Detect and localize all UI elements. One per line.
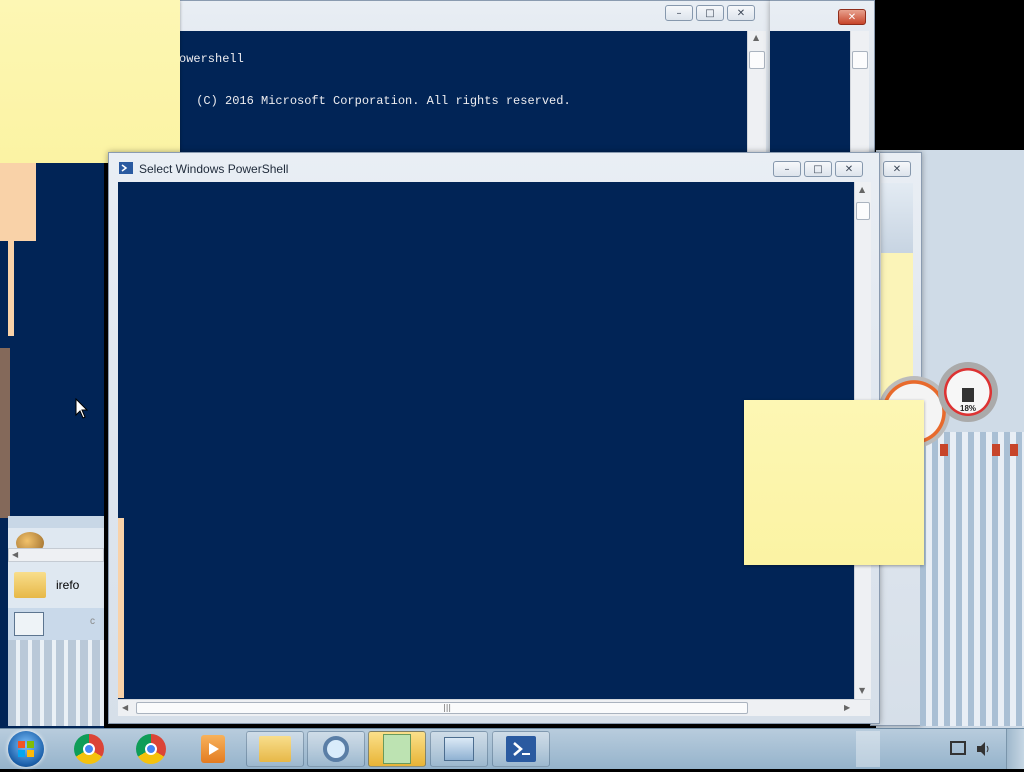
close-button[interactable] <box>940 444 948 456</box>
chrome-icon <box>74 734 104 764</box>
stacked-panels <box>8 640 104 726</box>
close-button[interactable]: ✕ <box>835 161 863 177</box>
console-line: (C) 2016 Microsoft Corporation. All righ… <box>189 94 571 108</box>
window-list-item[interactable]: c <box>8 608 104 640</box>
computer-icon <box>444 737 474 761</box>
sticky-notes-icon <box>383 734 411 764</box>
close-button[interactable]: ✕ <box>838 9 866 25</box>
back-vertical-scrollbar[interactable]: ▲ <box>747 31 766 153</box>
taskbar-computer[interactable] <box>430 731 488 767</box>
folder-icon <box>14 572 46 598</box>
volume-icon[interactable] <box>976 741 990 757</box>
taskbar <box>0 728 1024 769</box>
back-powershell-window[interactable]: – □ ✕ owershell (C) 2016 Microsoft Corpo… <box>170 0 772 154</box>
sticky-note[interactable] <box>744 400 924 565</box>
network-icon[interactable] <box>950 741 966 755</box>
console-line: owershell <box>179 52 244 66</box>
show-desktop-button[interactable] <box>1006 729 1024 769</box>
left-orange-accent <box>0 163 36 241</box>
chrome-icon <box>136 734 166 764</box>
close-button[interactable]: ✕ <box>883 161 911 177</box>
left-orange-accent <box>0 348 10 518</box>
minimize-button[interactable]: – <box>665 5 693 21</box>
close-button[interactable] <box>992 444 1000 456</box>
taskbar-sticky-notes[interactable] <box>368 731 426 767</box>
horizontal-scrollbar[interactable]: ◀ <box>8 548 104 562</box>
taskbar-media-player[interactable] <box>184 731 242 767</box>
memory-meter-gadget[interactable]: 18% <box>938 362 998 422</box>
close-button[interactable] <box>1010 444 1018 456</box>
folder-icon <box>259 736 291 762</box>
application-icon <box>14 612 44 636</box>
window-title: Select Windows PowerShell <box>139 162 289 176</box>
list-item-label[interactable]: irefo <box>56 578 79 592</box>
sticky-note[interactable] <box>0 0 180 163</box>
powershell-icon <box>506 736 536 762</box>
taskbar-divider <box>856 731 880 767</box>
close-button[interactable]: ✕ <box>727 5 755 21</box>
left-orange-accent <box>8 241 14 336</box>
background-window[interactable]: ✕ <box>770 0 875 154</box>
horizontal-scrollbar[interactable]: ◀ ||| ▶ <box>118 699 870 716</box>
taskbar-powershell[interactable] <box>492 731 550 767</box>
taskbar-search-tool[interactable] <box>307 731 365 767</box>
windows-logo-icon <box>18 741 34 757</box>
stacked-window-edges <box>920 432 1024 726</box>
taskbar-explorer[interactable] <box>246 731 304 767</box>
powershell-icon <box>119 162 133 174</box>
background-vertical-scrollbar[interactable] <box>850 31 869 153</box>
mouse-cursor-icon <box>75 398 89 419</box>
meter-percent: 18% <box>960 404 977 413</box>
chip-icon <box>962 388 974 402</box>
taskbar-chrome[interactable] <box>122 731 180 767</box>
start-button[interactable] <box>8 731 44 767</box>
media-player-icon <box>201 735 225 763</box>
left-orange-accent <box>118 518 124 698</box>
left-explorer-fragment[interactable]: ◀ irefo c <box>8 516 104 726</box>
partial-label: c <box>90 616 95 627</box>
maximize-button[interactable]: □ <box>696 5 724 21</box>
back-console-output[interactable]: owershell (C) 2016 Microsoft Corporation… <box>179 31 749 153</box>
taskbar-chrome[interactable] <box>60 731 118 767</box>
maximize-button[interactable]: □ <box>804 161 832 177</box>
magnifier-icon <box>323 736 349 762</box>
minimize-button[interactable]: – <box>773 161 801 177</box>
